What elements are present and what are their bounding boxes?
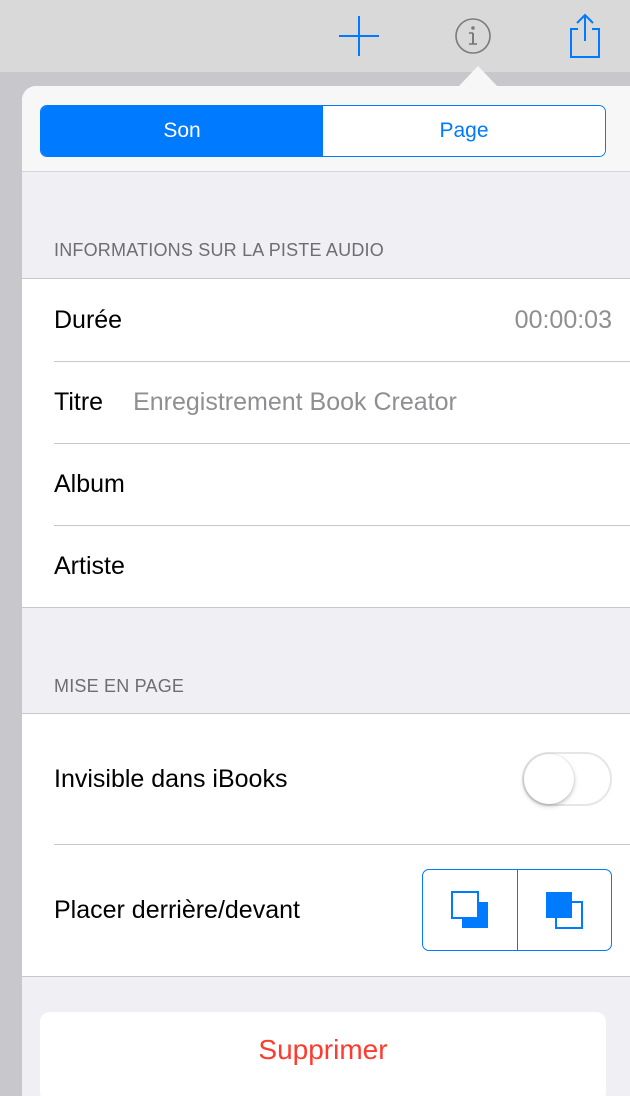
share-icon[interactable]: [560, 0, 610, 72]
invisible-label: Invisible dans iBooks: [54, 764, 288, 793]
info-icon[interactable]: [448, 0, 498, 72]
segment-header: Son Page: [22, 86, 630, 172]
tab-son[interactable]: Son: [41, 106, 323, 156]
titre-label: Titre: [54, 387, 104, 416]
row-artiste[interactable]: Artiste: [22, 525, 630, 607]
layout-group: Invisible dans iBooks Placer derrière/de…: [22, 713, 630, 977]
row-invisible-ibooks: Invisible dans iBooks: [22, 714, 630, 844]
placement-segmented-control: [422, 869, 612, 951]
bring-to-front-icon: [546, 892, 584, 929]
row-titre[interactable]: Titre Enregistrement Book Creator: [22, 361, 630, 443]
send-to-back-button[interactable]: [423, 870, 517, 950]
top-toolbar: [0, 0, 630, 72]
delete-button[interactable]: Supprimer: [40, 1012, 606, 1096]
section-header-audio-info: INFORMATIONS SUR LA PISTE AUDIO: [54, 240, 384, 260]
row-album[interactable]: Album: [22, 443, 630, 525]
toggle-knob: [524, 754, 574, 804]
album-label: Album: [54, 469, 125, 498]
artiste-label: Artiste: [54, 551, 125, 580]
tab-page[interactable]: Page: [323, 106, 605, 156]
placement-label: Placer derrière/devant: [54, 895, 300, 924]
popover-arrow: [458, 66, 498, 87]
section-header-layout: MISE EN PAGE: [54, 676, 185, 696]
duree-label: Durée: [54, 305, 123, 334]
son-page-segmented-control: Son Page: [40, 105, 606, 157]
bring-to-front-button[interactable]: [516, 870, 612, 950]
titre-field[interactable]: Enregistrement Book Creator: [133, 388, 457, 417]
info-popover: Son Page INFORMATIONS SUR LA PISTE AUDIO…: [22, 86, 630, 1096]
row-duree: Durée 00:00:03: [22, 279, 630, 361]
send-to-back-icon: [450, 891, 488, 928]
invisible-toggle[interactable]: [522, 752, 612, 806]
plus-icon[interactable]: [334, 0, 384, 72]
audio-info-group: Durée 00:00:03 Titre Enregistrement Book…: [22, 278, 630, 608]
duree-value: 00:00:03: [514, 305, 612, 334]
row-placement: Placer derrière/devant: [22, 844, 630, 976]
